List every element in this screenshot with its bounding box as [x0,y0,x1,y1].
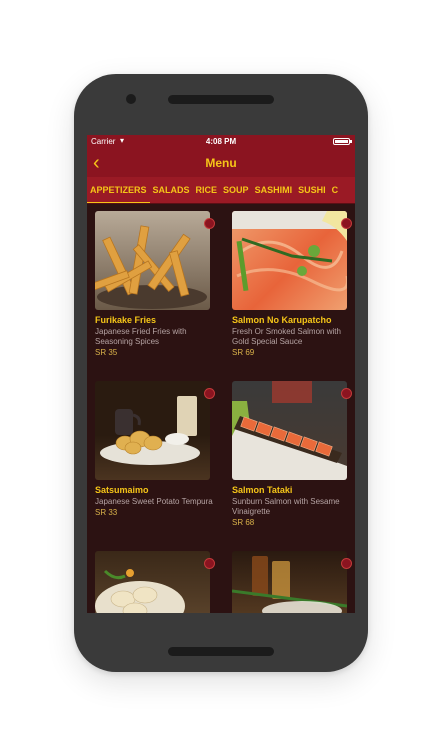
category-tabs: APPETIZERS SALADS RICE SOUP SASHIMI SUSHI C [87,177,355,204]
furikake-fries-image [95,211,210,310]
dumpling-image [95,551,210,613]
menu-item-description: Sunburn Salmon with Sesame Vinaigrette [232,497,340,516]
menu-item-name: Satsumaimo [95,485,149,495]
app-screen: Carrier ▾ 4:08 PM ‹ Menu APPETIZERS SALAD… [87,135,355,613]
favorite-badge-icon[interactable] [341,388,352,399]
menu-item-card[interactable] [95,551,215,613]
tab-partial[interactable]: C [329,177,342,203]
camera-icon [126,94,136,104]
status-bar: Carrier ▾ 4:08 PM [87,135,355,149]
menu-item-card[interactable]: Satsumaimo Japanese Sweet Potato Tempura… [95,381,215,517]
menu-item-card[interactable] [232,551,352,613]
nav-bar: ‹ Menu [87,149,355,177]
status-time: 4:08 PM [205,137,237,146]
speaker-top [168,95,274,104]
menu-item-card[interactable]: Salmon Tataki Sunburn Salmon with Sesame… [232,381,352,527]
menu-item-description: Fresh Or Smoked Salmon with Gold Special… [232,327,341,346]
menu-item-description: Japanese Sweet Potato Tempura [95,497,213,506]
tab-sushi[interactable]: SUSHI [295,177,329,203]
menu-item-name: Salmon No Karupatcho [232,315,332,325]
menu-item-price: SR 33 [95,508,118,517]
menu-item-name: Furikake Fries [95,315,157,325]
favorite-badge-icon[interactable] [341,558,352,569]
speaker-bottom [168,647,274,656]
page-title: Menu [205,156,237,170]
tab-rice[interactable]: RICE [193,177,221,203]
tab-soup[interactable]: SOUP [220,177,252,203]
tab-sashimi[interactable]: SASHIMI [252,177,296,203]
menu-item-description: Japanese Fried Fries with Seasoning Spic… [95,327,187,346]
menu-item-card[interactable]: Salmon No Karupatcho Fresh Or Smoked Sal… [232,211,352,357]
menu-item-name: Salmon Tataki [232,485,293,495]
menu-item-price: SR 68 [232,518,255,527]
battery-icon [333,138,350,145]
tab-appetizers[interactable]: APPETIZERS [87,177,150,203]
menu-item-price: SR 69 [232,348,255,357]
drink-image [232,551,347,613]
battery-cap [350,140,352,143]
tab-salads[interactable]: SALADS [150,177,193,203]
satsumaimo-image [95,381,210,480]
menu-item-price: SR 35 [95,348,118,357]
phone-frame: Carrier ▾ 4:08 PM ‹ Menu APPETIZERS SALAD… [74,74,368,672]
favorite-badge-icon[interactable] [204,218,215,229]
menu-item-card[interactable]: Furikake Fries Japanese Fried Fries with… [95,211,215,357]
favorite-badge-icon[interactable] [204,388,215,399]
favorite-badge-icon[interactable] [204,558,215,569]
salmon-no-karupatcho-image [232,211,347,310]
menu-grid: Furikake Fries Japanese Fried Fries with… [87,204,355,613]
salmon-tataki-image [232,381,347,480]
favorite-badge-icon[interactable] [341,218,352,229]
